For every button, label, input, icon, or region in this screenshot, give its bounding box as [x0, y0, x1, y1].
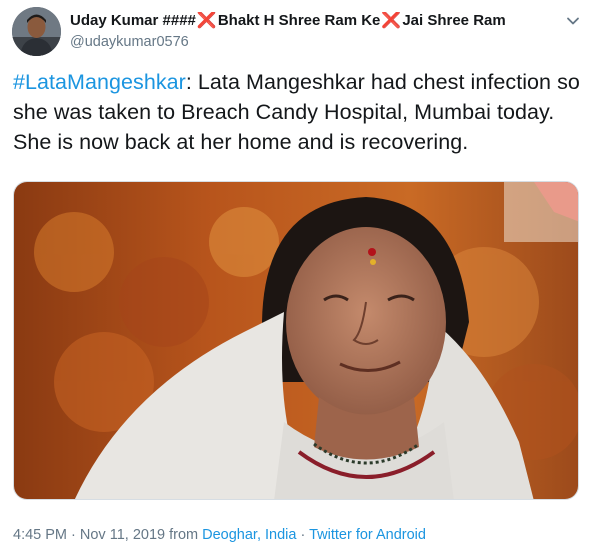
location-link[interactable]: Deoghar, India — [202, 527, 296, 543]
avatar-photo — [12, 7, 61, 56]
avatar[interactable] — [12, 7, 61, 56]
author-handle[interactable]: @udaykumar0576 — [70, 34, 189, 50]
author-name-part3: Jai Shree Ram — [402, 12, 506, 29]
from-label: from — [165, 527, 203, 543]
author-name[interactable]: Uday Kumar #### ❌ Bhakt H Shree Ram Ke ❌… — [70, 12, 550, 29]
author-name-part1: Uday Kumar #### — [70, 12, 196, 29]
separator-dot: · — [296, 527, 310, 543]
tweet-text: #LataMangeshkar: Lata Mangeshkar had che… — [13, 67, 583, 157]
separator-dot: · — [67, 527, 80, 543]
photo-image — [14, 182, 578, 499]
tweet-time[interactable]: 4:45 PM — [13, 527, 67, 543]
hashtag-link[interactable]: #LataMangeshkar — [13, 70, 186, 94]
cross-mark-icon: ❌ — [381, 12, 402, 29]
tweet-meta: 4:45 PM · Nov 11, 2019 from Deoghar, Ind… — [13, 527, 426, 543]
author-name-part2: Bhakt H Shree Ram Ke — [217, 12, 381, 29]
tweet-card: Uday Kumar #### ❌ Bhakt H Shree Ram Ke ❌… — [0, 0, 594, 549]
tweet-date[interactable]: Nov 11, 2019 — [80, 527, 165, 543]
source-link[interactable]: Twitter for Android — [309, 527, 426, 543]
cross-mark-icon: ❌ — [196, 12, 217, 29]
tweet-photo[interactable] — [13, 181, 579, 500]
chevron-down-icon[interactable] — [564, 12, 582, 30]
